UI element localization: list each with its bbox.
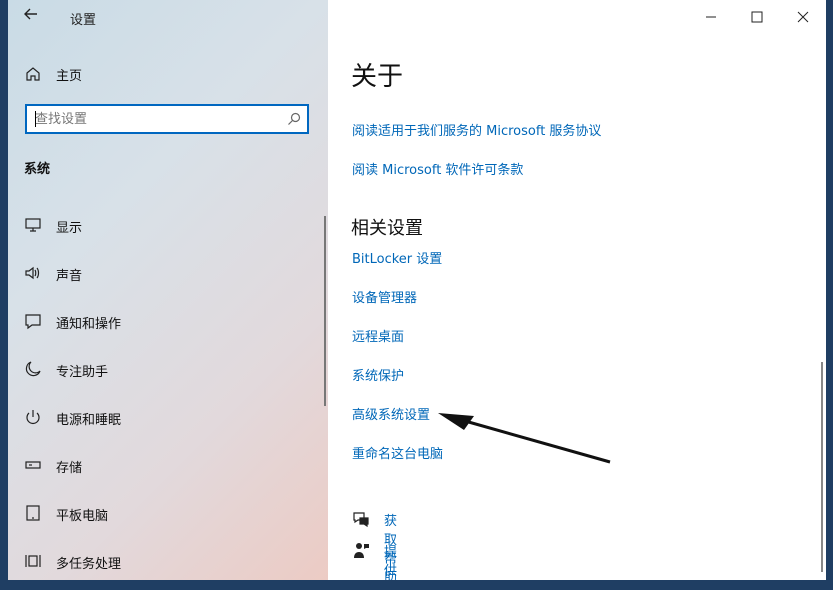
content-scrollbar[interactable] xyxy=(821,362,823,572)
search-icon[interactable] xyxy=(287,111,301,130)
help-chat-icon xyxy=(352,510,370,532)
system-protection-link[interactable]: 系统保护 xyxy=(352,365,404,384)
maximize-icon xyxy=(751,11,763,23)
close-icon xyxy=(797,11,809,23)
sidebar-item-label: 平板电脑 xyxy=(56,509,109,524)
tablet-icon xyxy=(24,504,42,522)
sidebar-item-storage[interactable]: 存储 xyxy=(8,446,328,494)
storage-icon xyxy=(24,456,42,474)
sidebar: 设置 主页 系统 xyxy=(8,0,328,580)
notification-icon xyxy=(24,312,42,330)
power-icon xyxy=(24,408,42,426)
page-title: 关于 xyxy=(351,62,404,92)
search-box[interactable] xyxy=(25,104,309,134)
sidebar-item-power[interactable]: 电源和睡眠 xyxy=(8,398,328,446)
speaker-icon xyxy=(24,264,42,282)
minimize-icon xyxy=(706,16,716,18)
sidebar-item-label: 声音 xyxy=(56,269,83,284)
remote-desktop-link[interactable]: 远程桌面 xyxy=(352,326,404,345)
home-icon xyxy=(24,65,42,87)
sidebar-item-tablet[interactable]: 平板电脑 xyxy=(8,494,328,542)
monitor-icon xyxy=(24,216,42,234)
back-arrow-icon xyxy=(24,8,37,20)
license-terms-link[interactable]: 阅读 Microsoft 软件许可条款 xyxy=(352,159,523,178)
back-button[interactable] xyxy=(20,6,42,28)
feedback-link[interactable]: 提供反馈 xyxy=(384,541,397,580)
sidebar-item-display[interactable]: 显示 xyxy=(8,206,328,254)
sidebar-item-home[interactable]: 主页 xyxy=(8,60,328,88)
sidebar-scrollbar[interactable] xyxy=(324,216,326,406)
sidebar-item-multitasking[interactable]: 多任务处理 xyxy=(8,542,328,580)
main-content: 关于 阅读适用于我们服务的 Microsoft 服务协议 阅读 Microsof… xyxy=(328,0,826,580)
multitask-icon xyxy=(24,552,42,570)
device-manager-link[interactable]: 设备管理器 xyxy=(352,287,417,306)
sidebar-item-label: 存储 xyxy=(56,461,83,476)
section-heading: 系统 xyxy=(24,162,51,177)
bitlocker-settings-link[interactable]: BitLocker 设置 xyxy=(352,248,442,267)
sidebar-item-label: 显示 xyxy=(56,221,83,236)
maximize-button[interactable] xyxy=(734,6,780,28)
sidebar-item-focus-assist[interactable]: 专注助手 xyxy=(8,350,328,398)
nav-list: 显示 声音 通知和操作 专注助手 电源和睡眠 存储 平板电脑 多任务处理 xyxy=(8,206,328,580)
sidebar-item-notifications[interactable]: 通知和操作 xyxy=(8,302,328,350)
sidebar-item-label: 主页 xyxy=(56,69,83,84)
search-input[interactable] xyxy=(35,110,275,128)
sidebar-item-label: 多任务处理 xyxy=(56,557,122,572)
related-settings-heading: 相关设置 xyxy=(351,218,423,239)
sidebar-item-label: 专注助手 xyxy=(56,365,109,380)
advanced-system-settings-link[interactable]: 高级系统设置 xyxy=(352,404,430,423)
annotation-arrow-icon xyxy=(438,413,611,464)
app-title: 设置 xyxy=(70,13,97,28)
minimize-button[interactable] xyxy=(688,6,734,28)
settings-window: 设置 主页 系统 xyxy=(8,0,826,580)
sidebar-item-label: 通知和操作 xyxy=(56,317,122,332)
text-caret xyxy=(35,111,36,127)
close-button[interactable] xyxy=(780,6,826,28)
service-agreement-link[interactable]: 阅读适用于我们服务的 Microsoft 服务协议 xyxy=(352,120,601,139)
moon-icon xyxy=(24,360,42,378)
feedback-icon xyxy=(352,541,370,563)
sidebar-item-label: 电源和睡眠 xyxy=(56,413,122,428)
sidebar-item-sound[interactable]: 声音 xyxy=(8,254,328,302)
